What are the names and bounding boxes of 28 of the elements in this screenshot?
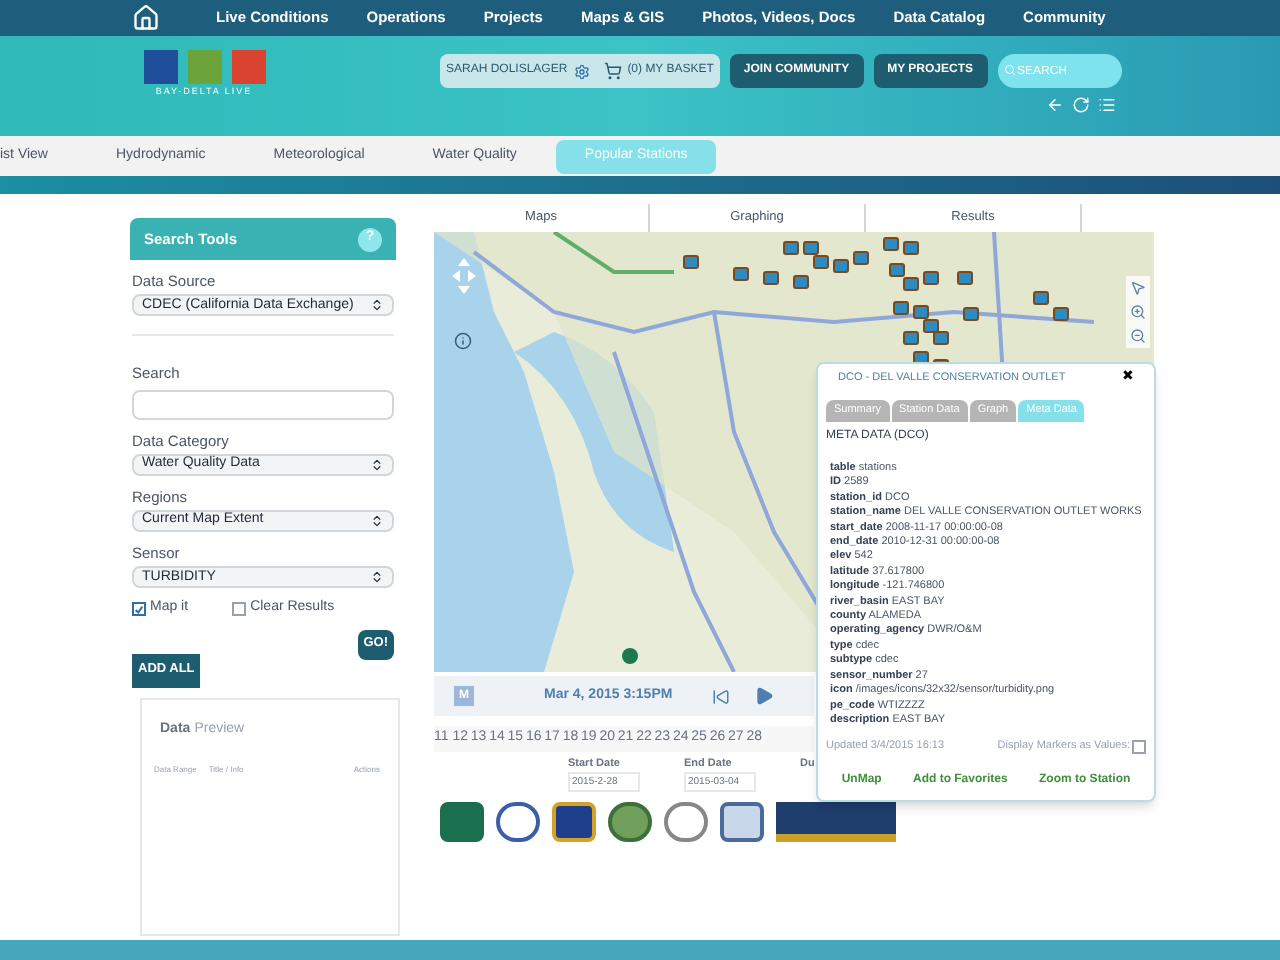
- info-icon[interactable]: [454, 332, 472, 350]
- zoom-out-icon[interactable]: [1130, 328, 1146, 344]
- select-arrows-icon: [370, 457, 384, 472]
- search-input[interactable]: [132, 389, 394, 419]
- checkbox[interactable]: [132, 602, 146, 616]
- agency-logo: [664, 801, 708, 842]
- cart-icon[interactable]: [603, 62, 622, 80]
- agency-logo: [776, 801, 896, 842]
- search-icon: [1003, 64, 1015, 76]
- checkbox[interactable]: [232, 602, 247, 616]
- select-arrows-icon: [370, 570, 384, 585]
- zoom-in-icon[interactable]: [1130, 304, 1146, 320]
- agency-logo: [608, 801, 652, 842]
- settings-icon[interactable]: [573, 63, 590, 79]
- skip-back-icon[interactable]: [712, 687, 731, 705]
- select-arrows-icon: [370, 298, 384, 313]
- refresh-icon[interactable]: [1072, 96, 1090, 114]
- pointer-icon[interactable]: [1130, 280, 1146, 296]
- play-icon[interactable]: [754, 686, 775, 706]
- agency-logo: [552, 801, 596, 842]
- home-icon[interactable]: [132, 4, 160, 32]
- agency-logo: [496, 801, 540, 842]
- select-arrows-icon: [370, 514, 384, 528]
- checkbox[interactable]: [1132, 739, 1146, 754]
- back-icon[interactable]: [1046, 96, 1064, 114]
- agency-logo: [720, 801, 764, 842]
- agency-logo: [440, 801, 484, 842]
- list-icon[interactable]: [1098, 96, 1116, 114]
